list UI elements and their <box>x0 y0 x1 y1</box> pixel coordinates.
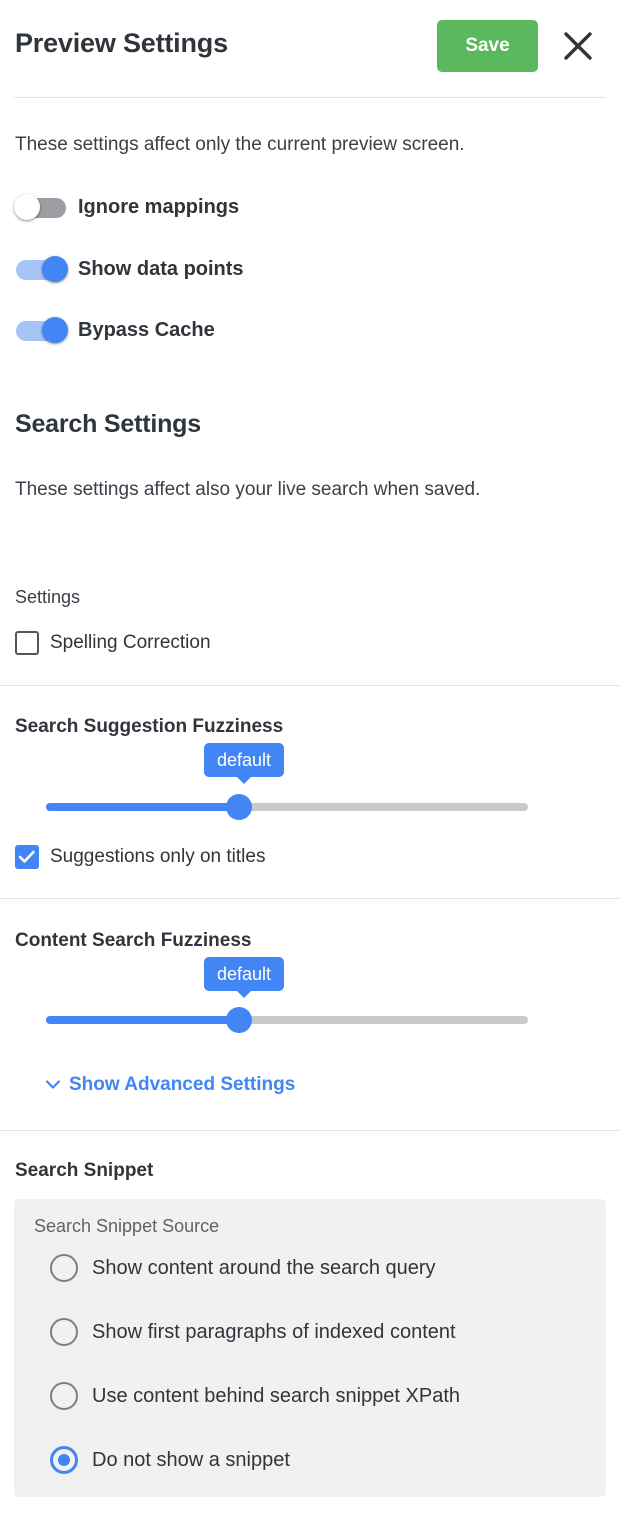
snippet-source-radio[interactable] <box>50 1318 78 1346</box>
chevron-down-icon <box>45 1074 61 1096</box>
suggestions-only-titles-checkbox[interactable] <box>15 845 39 869</box>
search-settings-heading: Search Settings <box>15 410 201 439</box>
content-fuzziness-label: Content Search Fuzziness <box>15 930 252 952</box>
section-divider-2 <box>0 898 620 899</box>
snippet-source-radio-selected[interactable] <box>50 1446 78 1474</box>
search-snippet-heading: Search Snippet <box>15 1160 153 1182</box>
panel-header: Preview Settings Save <box>0 0 620 94</box>
radio-row-xpath[interactable]: Use content behind search snippet XPath <box>50 1382 460 1410</box>
slider-thumb[interactable] <box>226 794 252 820</box>
spelling-correction-checkbox[interactable] <box>15 631 39 655</box>
spelling-correction-label: Spelling Correction <box>50 632 211 654</box>
content-fuzziness-slider[interactable] <box>46 1016 528 1024</box>
ignore-mappings-label: Ignore mappings <box>78 196 239 219</box>
search-snippet-source-panel: Search Snippet Source Show content aroun… <box>14 1199 606 1497</box>
save-button[interactable]: Save <box>437 20 538 72</box>
search-settings-note: These settings affect also your live sea… <box>15 479 480 501</box>
close-icon <box>558 26 598 66</box>
toggle-thumb <box>42 317 68 343</box>
toggle-thumb <box>42 256 68 282</box>
preview-note: These settings affect only the current p… <box>15 134 465 156</box>
snippet-source-label: Show first paragraphs of indexed content <box>92 1321 456 1344</box>
slider-fill <box>46 803 239 811</box>
section-divider-3 <box>0 1130 620 1131</box>
snippet-source-label: Use content behind search snippet XPath <box>92 1385 460 1408</box>
header-divider <box>14 97 606 98</box>
radio-row-no-snippet[interactable]: Do not show a snippet <box>50 1446 290 1474</box>
radio-row-content-around-query[interactable]: Show content around the search query <box>50 1254 436 1282</box>
check-icon <box>18 849 36 865</box>
suggestion-fuzziness-slider[interactable] <box>46 803 528 811</box>
suggestion-fuzziness-label: Search Suggestion Fuzziness <box>15 716 283 738</box>
search-snippet-source-label: Search Snippet Source <box>34 1216 219 1237</box>
spelling-correction-row[interactable]: Spelling Correction <box>15 631 211 655</box>
ignore-mappings-toggle[interactable] <box>14 194 68 220</box>
content-fuzziness-value-bubble: default <box>204 957 284 991</box>
slider-fill <box>46 1016 239 1024</box>
toggle-row-ignore-mappings[interactable]: Ignore mappings <box>14 190 239 224</box>
slider-thumb[interactable] <box>226 1007 252 1033</box>
suggestions-only-titles-label: Suggestions only on titles <box>50 846 265 868</box>
suggestion-fuzziness-value-bubble: default <box>204 743 284 777</box>
preview-settings-panel: Preview Settings Save These settings aff… <box>0 0 620 1521</box>
toggle-row-show-data-points[interactable]: Show data points <box>14 252 244 286</box>
bypass-cache-label: Bypass Cache <box>78 319 215 342</box>
show-data-points-toggle[interactable] <box>14 256 68 282</box>
snippet-source-radio[interactable] <box>50 1382 78 1410</box>
radio-row-first-paragraphs[interactable]: Show first paragraphs of indexed content <box>50 1318 456 1346</box>
toggle-thumb <box>14 194 40 220</box>
show-advanced-settings-label: Show Advanced Settings <box>69 1074 295 1096</box>
show-data-points-label: Show data points <box>78 258 244 281</box>
suggestions-only-titles-row[interactable]: Suggestions only on titles <box>15 845 265 869</box>
section-divider-1 <box>0 685 620 686</box>
snippet-source-radio[interactable] <box>50 1254 78 1282</box>
show-advanced-settings-link[interactable]: Show Advanced Settings <box>45 1074 295 1096</box>
settings-label: Settings <box>15 587 80 608</box>
close-button[interactable] <box>558 26 598 66</box>
snippet-source-label: Do not show a snippet <box>92 1449 290 1472</box>
snippet-source-label: Show content around the search query <box>92 1257 436 1280</box>
page-title: Preview Settings <box>15 28 228 59</box>
bypass-cache-toggle[interactable] <box>14 317 68 343</box>
toggle-row-bypass-cache[interactable]: Bypass Cache <box>14 313 215 347</box>
